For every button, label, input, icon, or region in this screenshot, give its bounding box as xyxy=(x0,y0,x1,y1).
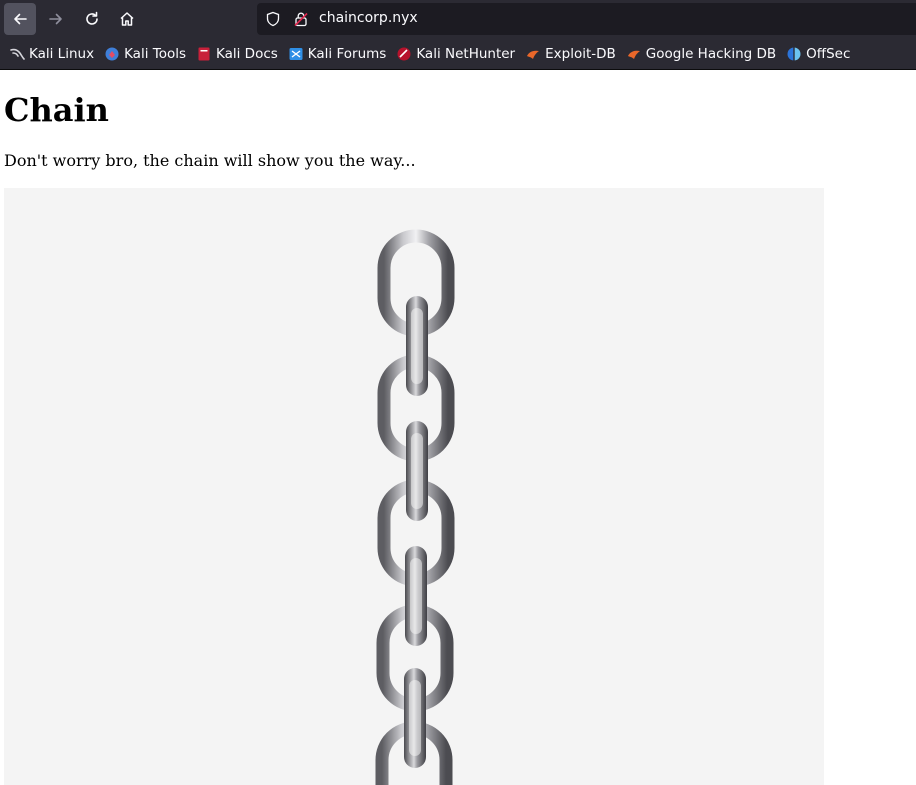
arrow-left-icon xyxy=(14,13,27,25)
bookmarks-bar: Kali Linux Kali Tools Kali Docs Kali For… xyxy=(0,38,916,70)
page-content: Chain Don't worry bro, the chain will sh… xyxy=(4,71,916,785)
home-icon xyxy=(120,12,134,26)
bookmark-label: Google Hacking DB xyxy=(645,45,777,62)
bookmark-kali-linux[interactable]: Kali Linux xyxy=(4,42,99,66)
exploit-db-icon xyxy=(527,50,540,59)
kali-forums-icon xyxy=(289,47,303,60)
bookmark-label: Kali Docs xyxy=(216,45,278,62)
offsec-icon xyxy=(787,47,801,60)
bookmark-exploit-db[interactable]: Exploit-DB xyxy=(520,42,621,66)
bookmark-google-hacking-db[interactable]: Google Hacking DB xyxy=(621,42,781,66)
reload-button[interactable] xyxy=(76,3,108,35)
bookmark-label: Kali NetHunter xyxy=(416,45,516,62)
arrow-right-icon xyxy=(49,13,62,25)
url-text[interactable]: chaincorp.nyx xyxy=(319,10,418,26)
bookmark-label: Exploit-DB xyxy=(545,45,616,62)
bookmark-kali-tools[interactable]: Kali Tools xyxy=(99,42,191,66)
insecure-lock-icon[interactable] xyxy=(293,11,309,27)
chain-picture xyxy=(375,229,455,785)
kali-dragon-icon xyxy=(10,48,25,60)
page-tagline: Don't worry bro, the chain will show you… xyxy=(4,151,416,170)
bookmark-kali-nethunter[interactable]: Kali NetHunter xyxy=(391,42,520,66)
browser-toolbar: chaincorp.nyx xyxy=(0,0,916,38)
bookmark-label: OffSec xyxy=(806,45,851,62)
bookmark-kali-forums[interactable]: Kali Forums xyxy=(283,42,392,66)
kali-nethunter-icon xyxy=(397,47,411,60)
kali-docs-icon xyxy=(198,47,210,60)
reload-icon xyxy=(86,11,98,25)
bookmark-label: Kali Tools xyxy=(124,45,186,62)
bookmark-kali-docs[interactable]: Kali Docs xyxy=(191,42,283,66)
ghdb-icon xyxy=(627,50,640,59)
bookmark-offsec[interactable]: OffSec xyxy=(781,42,855,66)
chain-side-links xyxy=(404,296,428,768)
bookmark-label: Kali Forums xyxy=(307,45,387,62)
back-button[interactable] xyxy=(4,3,36,35)
bookmark-label: Kali Linux xyxy=(29,45,95,62)
shield-icon[interactable] xyxy=(265,11,281,27)
address-bar[interactable]: chaincorp.nyx xyxy=(257,3,916,35)
forward-button[interactable] xyxy=(40,3,72,35)
chain-image xyxy=(4,188,824,785)
kali-tools-icon xyxy=(105,47,119,60)
home-button[interactable] xyxy=(111,3,143,35)
page-title: Chain xyxy=(4,91,109,129)
